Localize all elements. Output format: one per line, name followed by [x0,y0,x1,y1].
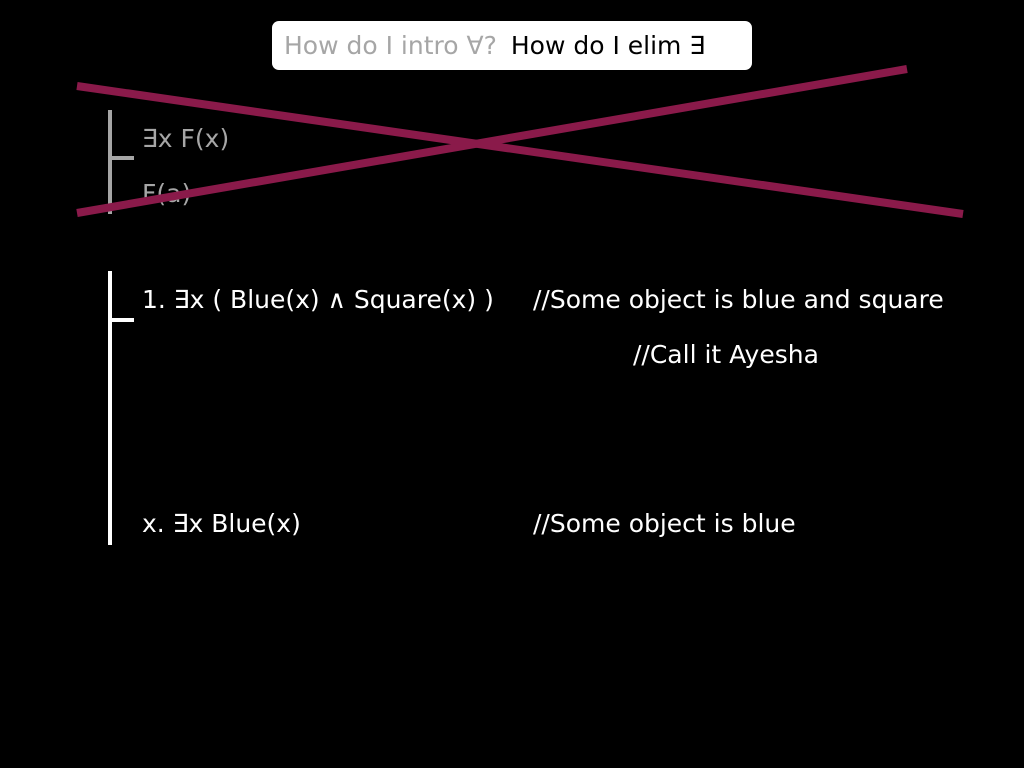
cross-out-mark [76,65,964,218]
proof-line-x-comment: //Some object is blue [533,509,796,538]
proof-line-1-comment: //Some object is blue and square [533,285,944,314]
proof-line-x-formula: x. ∃x Blue(x) [142,509,301,538]
proof-bar [108,271,112,545]
proof-name-comment: //Call it Ayesha [633,340,819,369]
proof-line-1-formula: 1. ∃x ( Blue(x) ∧ Square(x) ) [142,285,494,314]
cross-stroke-1 [76,82,964,218]
proof-premise-tick [108,318,134,322]
